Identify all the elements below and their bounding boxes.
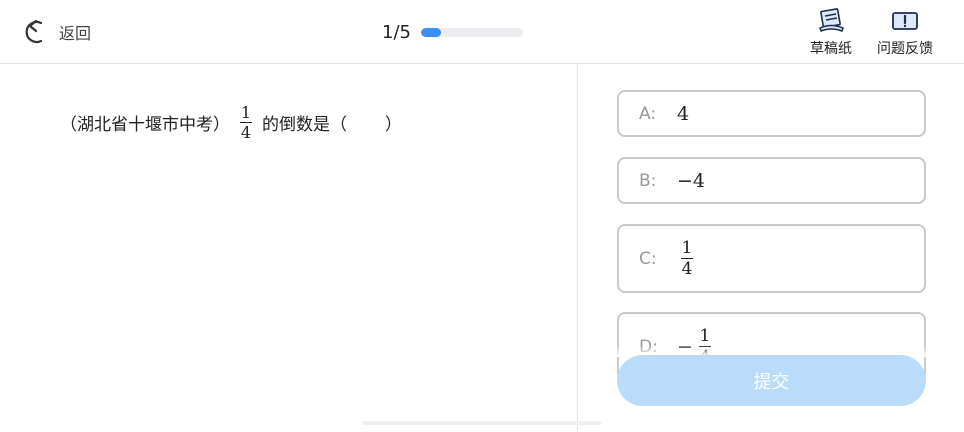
progress-text: 1/5 xyxy=(382,21,411,43)
question-fraction: 1 4 xyxy=(240,104,252,141)
fraction-denominator: 4 xyxy=(681,259,693,279)
progress-bar-fill xyxy=(420,27,442,37)
scratch-paper-button[interactable]: 草稿纸 xyxy=(810,8,852,58)
question-prefix: （湖北省十堰市中考） xyxy=(60,115,230,135)
fraction-denominator: 4 xyxy=(240,123,252,142)
option-a[interactable]: A: 4 xyxy=(617,90,926,137)
back-icon xyxy=(25,19,43,44)
option-value: 4 xyxy=(677,102,690,125)
back-button[interactable]: 返回 xyxy=(22,17,91,47)
scratch-paper-label: 草稿纸 xyxy=(810,41,852,57)
question-progress: 1/5 xyxy=(382,20,523,44)
question-suffix: 的倒数是（ xyxy=(262,115,347,135)
feedback-label: 问题反馈 xyxy=(877,41,933,57)
option-letter: B: xyxy=(639,170,657,191)
pane-divider xyxy=(577,64,578,432)
option-letter: A: xyxy=(639,103,657,124)
option-value: −4 xyxy=(677,169,706,192)
option-letter: C: xyxy=(639,248,657,269)
feedback-button[interactable]: 问题反馈 xyxy=(877,8,933,58)
option-b[interactable]: B: −4 xyxy=(617,157,926,204)
back-label: 返回 xyxy=(59,24,92,43)
option-fraction: 1 4 xyxy=(681,239,693,278)
question-stem: （湖北省十堰市中考） 1 4 的倒数是（ ） xyxy=(60,104,402,141)
progress-bar xyxy=(420,27,523,37)
scratch-paper-icon xyxy=(819,8,844,32)
scroll-indicator[interactable] xyxy=(362,421,602,425)
option-c[interactable]: C: 1 4 xyxy=(617,224,926,293)
fraction-numerator: 1 xyxy=(681,238,693,258)
fraction-numerator: 1 xyxy=(240,103,252,122)
top-bar: 返回 1/5 草稿纸 问题反馈 xyxy=(0,0,964,64)
submit-button[interactable]: 提交 xyxy=(617,355,926,406)
question-close-paren: ） xyxy=(385,115,402,135)
feedback-icon xyxy=(892,12,918,30)
option-value: 1 4 xyxy=(677,239,693,278)
fraction-numerator: 1 xyxy=(699,326,711,346)
